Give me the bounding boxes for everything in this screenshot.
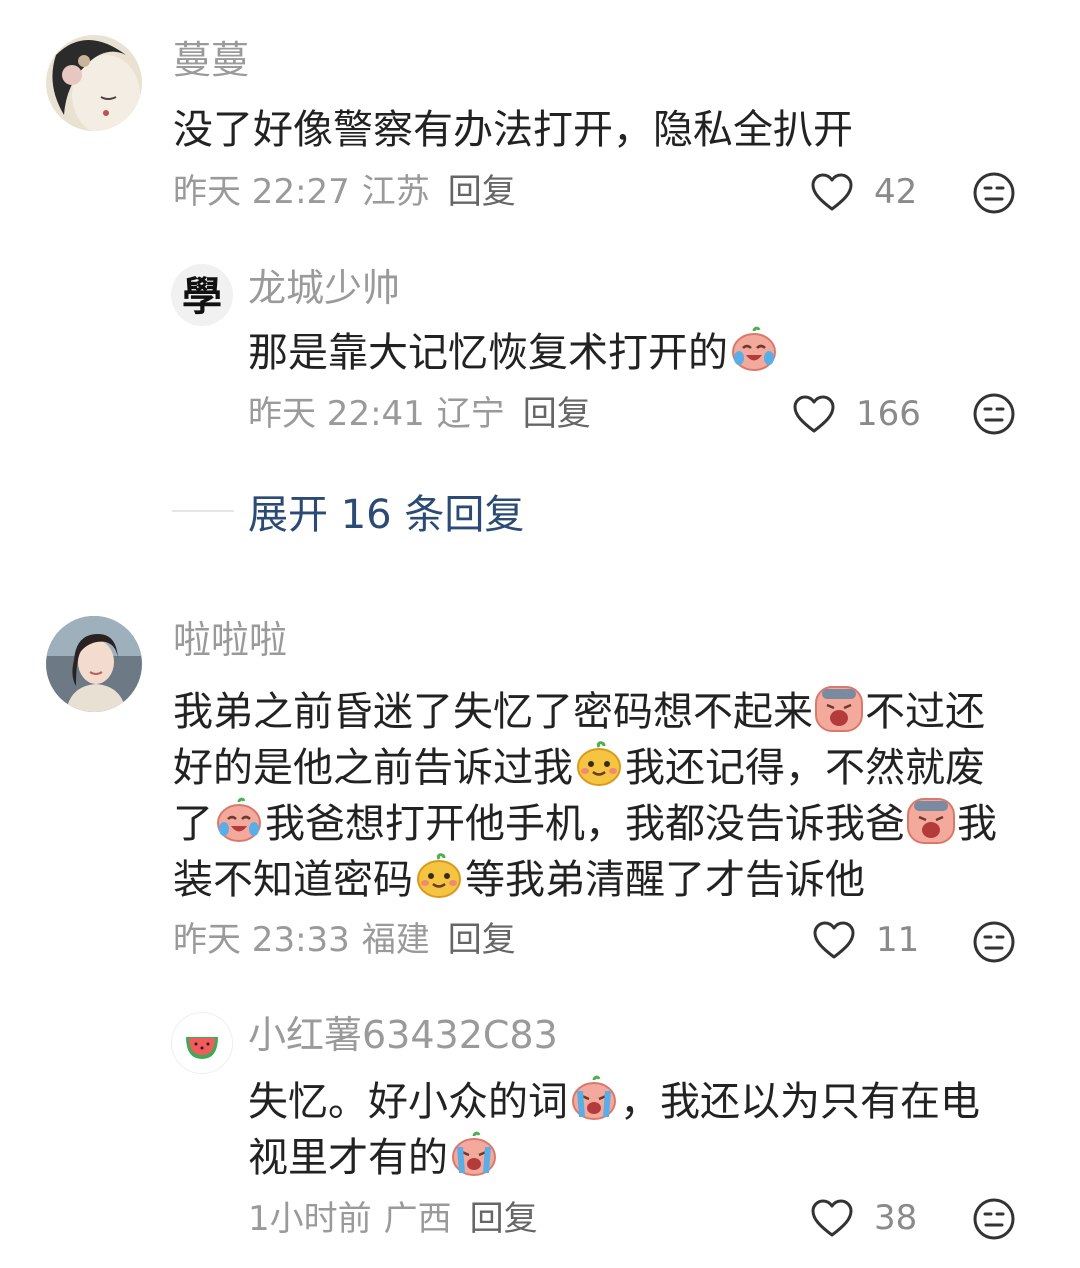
crying-laugh-emoji	[217, 797, 261, 842]
comment-location: 辽宁	[436, 394, 505, 434]
like-count: 42	[874, 172, 918, 212]
reply-button[interactable]: 回复	[470, 1199, 538, 1239]
smug-face-emoji	[577, 741, 621, 786]
avatar[interactable]	[171, 1012, 233, 1074]
username[interactable]: 龙城少帅	[248, 266, 400, 310]
comment-time: 昨天 23:33	[173, 920, 350, 960]
heart-outline-icon	[811, 1199, 853, 1237]
like-count: 38	[874, 1198, 918, 1238]
comment-text-segment: 不过还	[865, 689, 985, 735]
comment-text: 失忆。好小众的词 ，我还以为只有在电	[248, 1073, 980, 1130]
comment-text: 了 我爸想打开他手机，我都没告诉我爸 我	[173, 795, 997, 852]
username[interactable]: 蔓蔓	[173, 38, 249, 82]
comment-meta: 昨天 22:27 江苏 回复	[173, 170, 516, 214]
neutral-face-icon[interactable]	[972, 1197, 1016, 1241]
comment-location: 广西	[383, 1199, 452, 1239]
screaming-emoji	[815, 686, 863, 732]
comment-time: 1小时前	[248, 1199, 372, 1239]
svg-text:學: 學	[182, 273, 222, 320]
comment-text-segment: 失忆。好小众的词	[248, 1079, 568, 1125]
comment-text: 没了好像警察有办法打开，隐私全扒开	[173, 107, 853, 153]
comment-text-segment: 好的是他之前告诉过我	[173, 745, 573, 791]
like-button[interactable]: 11	[812, 916, 932, 964]
reply-button[interactable]: 回复	[448, 920, 516, 960]
reply-button[interactable]: 回复	[523, 394, 591, 434]
like-button[interactable]: 166	[792, 390, 921, 438]
comment-text: 那是靠大记忆恢复术打开的	[248, 324, 780, 381]
divider	[172, 510, 234, 512]
comment-text-segment: 等我弟清醒了才告诉他	[465, 857, 865, 903]
comment-text-segment: 视里才有的	[248, 1135, 448, 1181]
comment-time: 昨天 22:27	[173, 172, 350, 212]
comment-meta: 昨天 22:41 辽宁 回复	[248, 392, 591, 436]
comment-text: 视里才有的	[248, 1129, 500, 1186]
comment-text-segment: 装不知道密码	[173, 857, 413, 903]
comment-location: 福建	[361, 920, 430, 960]
like-button[interactable]: 42	[810, 168, 930, 216]
comment-text-segment: 我	[957, 801, 997, 847]
reply-button[interactable]: 回复	[448, 172, 516, 212]
comment-text-segment: ，我还以为只有在电	[620, 1079, 980, 1125]
comment-text-segment: 我弟之前昏迷了失忆了密码想不起来	[173, 689, 813, 735]
crying-laugh-emoji	[732, 326, 776, 371]
comment-meta: 1小时前 广西 回复	[248, 1197, 538, 1241]
comment-time: 昨天 22:41	[248, 394, 425, 434]
heart-outline-icon	[793, 395, 835, 433]
username[interactable]: 小红薯63432C83	[248, 1013, 558, 1057]
comment-text-segment: 了	[173, 801, 213, 847]
avatar[interactable]: 學	[171, 264, 233, 326]
comment-text-segment: 我还记得，不然就废	[625, 745, 985, 791]
comment-meta: 昨天 23:33 福建 回复	[173, 918, 516, 962]
username[interactable]: 啦啦啦	[173, 618, 287, 662]
neutral-face-icon[interactable]	[972, 920, 1016, 964]
comment-text: 好的是他之前告诉过我 我还记得，不然就废	[173, 739, 985, 796]
comment-text: 我弟之前昏迷了失忆了密码想不起来 不过还	[173, 683, 985, 740]
avatar[interactable]	[46, 616, 142, 712]
expand-replies-label[interactable]: 展开 16 条回复	[248, 482, 524, 540]
comment-text-segment: 我爸想打开他手机，我都没告诉我爸	[265, 801, 905, 847]
neutral-face-icon[interactable]	[972, 392, 1016, 436]
like-count: 166	[856, 394, 921, 434]
avatar[interactable]	[46, 35, 142, 131]
screaming-emoji	[907, 798, 955, 844]
like-count: 11	[876, 920, 920, 960]
expand-replies-button[interactable]: 展开 16 条回复	[172, 482, 524, 540]
sobbing-emoji	[572, 1075, 616, 1120]
heart-outline-icon	[813, 921, 855, 959]
comment-text: 装不知道密码 等我弟清醒了才告诉他	[173, 851, 865, 908]
comment-location: 江苏	[361, 172, 430, 212]
comment-text-segment: 那是靠大记忆恢复术打开的	[248, 330, 728, 376]
like-button[interactable]: 38	[810, 1194, 930, 1242]
neutral-face-icon[interactable]	[972, 171, 1016, 215]
heart-outline-icon	[811, 173, 853, 211]
smug-face-emoji	[417, 853, 461, 898]
sobbing-emoji	[452, 1131, 496, 1176]
